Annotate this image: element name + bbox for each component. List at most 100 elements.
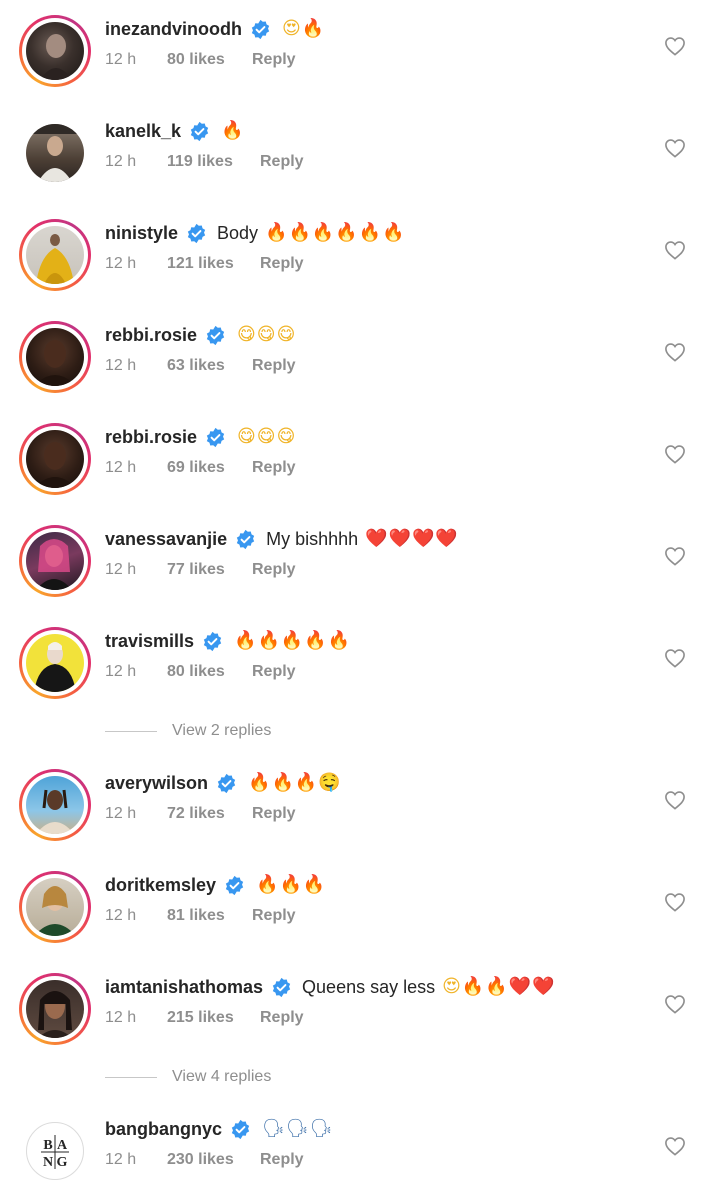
verified-badge-icon (190, 121, 209, 141)
heart-outline-icon[interactable] (664, 1136, 686, 1156)
username[interactable]: inezandvinoodh (105, 18, 242, 40)
comment-text: Body (217, 223, 259, 243)
avatar[interactable] (19, 423, 91, 495)
reply-button[interactable]: Reply (260, 254, 304, 274)
reply-button[interactable]: Reply (252, 662, 296, 682)
verified-badge-icon (251, 19, 270, 39)
view-replies-label[interactable]: View 2 replies (172, 722, 271, 740)
username[interactable]: iamtanishathomas (105, 976, 263, 998)
comment-item: vanessavanjie My bishhhh ❤️ ❤️ ❤️ ❤️ 12 … (0, 510, 720, 600)
emoji: 😋 (256, 324, 276, 345)
verified-badge-icon (203, 631, 222, 651)
comment-item: ninistyle Body 🔥 🔥 🔥 🔥 🔥 🔥 12 h 121 like… (0, 204, 720, 294)
avatar[interactable] (19, 15, 91, 87)
emoji: 🗣 (262, 1118, 285, 1139)
emoji: 😋 (237, 324, 256, 345)
avatar[interactable] (19, 973, 91, 1045)
heart-outline-icon[interactable] (664, 892, 686, 912)
username[interactable]: rebbi.rosie (105, 426, 197, 448)
emoji: ❤️ (532, 976, 555, 997)
emoji: 🔥 (256, 874, 279, 895)
likes-count[interactable]: 77 likes (167, 560, 225, 580)
verified-badge-icon (236, 529, 255, 549)
timestamp: 12 h (105, 663, 137, 680)
verified-badge-icon (231, 1119, 250, 1139)
username[interactable]: ninistyle (105, 222, 178, 244)
timestamp: 12 h (105, 153, 137, 170)
emoji: ❤️ (388, 528, 411, 549)
avatar[interactable]: B A N G (19, 1115, 91, 1187)
username[interactable]: kanelk_k (105, 120, 181, 142)
emoji: 😍 (442, 976, 461, 997)
reply-button[interactable]: Reply (252, 50, 296, 70)
timestamp: 12 h (105, 907, 137, 924)
comment-item: iamtanishathomas Queens say less 😍 🔥 🔥 ❤… (0, 958, 720, 1048)
timestamp: 12 h (105, 255, 137, 272)
likes-count[interactable]: 69 likes (167, 458, 225, 478)
emoji: 😋 (256, 426, 276, 447)
emoji: 😋 (276, 324, 296, 345)
likes-count[interactable]: 121 likes (167, 254, 234, 274)
reply-button[interactable]: Reply (260, 1008, 304, 1028)
heart-outline-icon[interactable] (664, 342, 686, 362)
username[interactable]: travismills (105, 630, 194, 652)
likes-count[interactable]: 81 likes (167, 906, 225, 926)
likes-count[interactable]: 215 likes (167, 1008, 234, 1028)
likes-count[interactable]: 63 likes (167, 356, 225, 376)
avatar[interactable] (19, 117, 91, 189)
view-replies-button[interactable]: View 2 replies (105, 720, 405, 742)
emoji: 🔥 (382, 222, 405, 243)
emoji: 🔥 (221, 120, 244, 141)
emoji: 🔥 (358, 222, 382, 243)
avatar[interactable] (19, 871, 91, 943)
avatar[interactable] (19, 627, 91, 699)
comment-item: kanelk_k 🔥 12 h 119 likes Reply (0, 102, 720, 192)
reply-button[interactable]: Reply (252, 458, 296, 478)
likes-count[interactable]: 119 likes (167, 152, 233, 172)
view-replies-button[interactable]: View 4 replies (105, 1066, 405, 1088)
avatar[interactable] (19, 219, 91, 291)
timestamp: 12 h (105, 1009, 137, 1026)
username[interactable]: bangbangnyc (105, 1118, 222, 1140)
timestamp: 12 h (105, 561, 137, 578)
emoji: 🔥 (304, 630, 327, 651)
heart-outline-icon[interactable] (664, 36, 686, 56)
emoji: 🔥 (302, 874, 326, 895)
reply-button[interactable]: Reply (252, 804, 296, 824)
username[interactable]: averywilson (105, 772, 208, 794)
likes-count[interactable]: 80 likes (167, 50, 225, 70)
comment-item: travismills 🔥 🔥 🔥 🔥 🔥 12 h 80 likes Repl… (0, 612, 720, 702)
comment-item: B A N G bangbangnyc 🗣 🗣 🗣 12 h 230 likes… (0, 1100, 720, 1190)
likes-count[interactable]: 230 likes (167, 1150, 234, 1170)
view-replies-label[interactable]: View 4 replies (172, 1068, 271, 1086)
likes-count[interactable]: 72 likes (167, 804, 225, 824)
emoji: 🔥 (461, 976, 485, 997)
avatar[interactable] (19, 321, 91, 393)
emoji: 🔥 (335, 222, 358, 243)
username[interactable]: vanessavanjie (105, 528, 227, 550)
reply-button[interactable]: Reply (260, 1150, 304, 1170)
divider (105, 1076, 157, 1078)
avatar[interactable] (19, 769, 91, 841)
comment-text: Queens say less (302, 977, 436, 997)
heart-outline-icon[interactable] (664, 138, 686, 158)
reply-button[interactable]: Reply (252, 560, 296, 580)
emoji: 😋 (237, 426, 256, 447)
heart-outline-icon[interactable] (664, 790, 686, 810)
avatar[interactable] (19, 525, 91, 597)
emoji: 🔥 (288, 222, 311, 243)
emoji: 🗣 (285, 1118, 309, 1139)
username[interactable]: rebbi.rosie (105, 324, 197, 346)
reply-button[interactable]: Reply (252, 356, 296, 376)
likes-count[interactable]: 80 likes (167, 662, 225, 682)
username[interactable]: doritkemsley (105, 874, 216, 896)
reply-button[interactable]: Reply (260, 152, 304, 172)
reply-button[interactable]: Reply (252, 906, 296, 926)
heart-outline-icon[interactable] (664, 546, 686, 566)
timestamp: 12 h (105, 1151, 137, 1168)
heart-outline-icon[interactable] (664, 240, 686, 260)
heart-outline-icon[interactable] (664, 994, 686, 1014)
heart-outline-icon[interactable] (664, 444, 686, 464)
heart-outline-icon[interactable] (664, 648, 686, 668)
emoji: 🔥 (271, 772, 294, 793)
